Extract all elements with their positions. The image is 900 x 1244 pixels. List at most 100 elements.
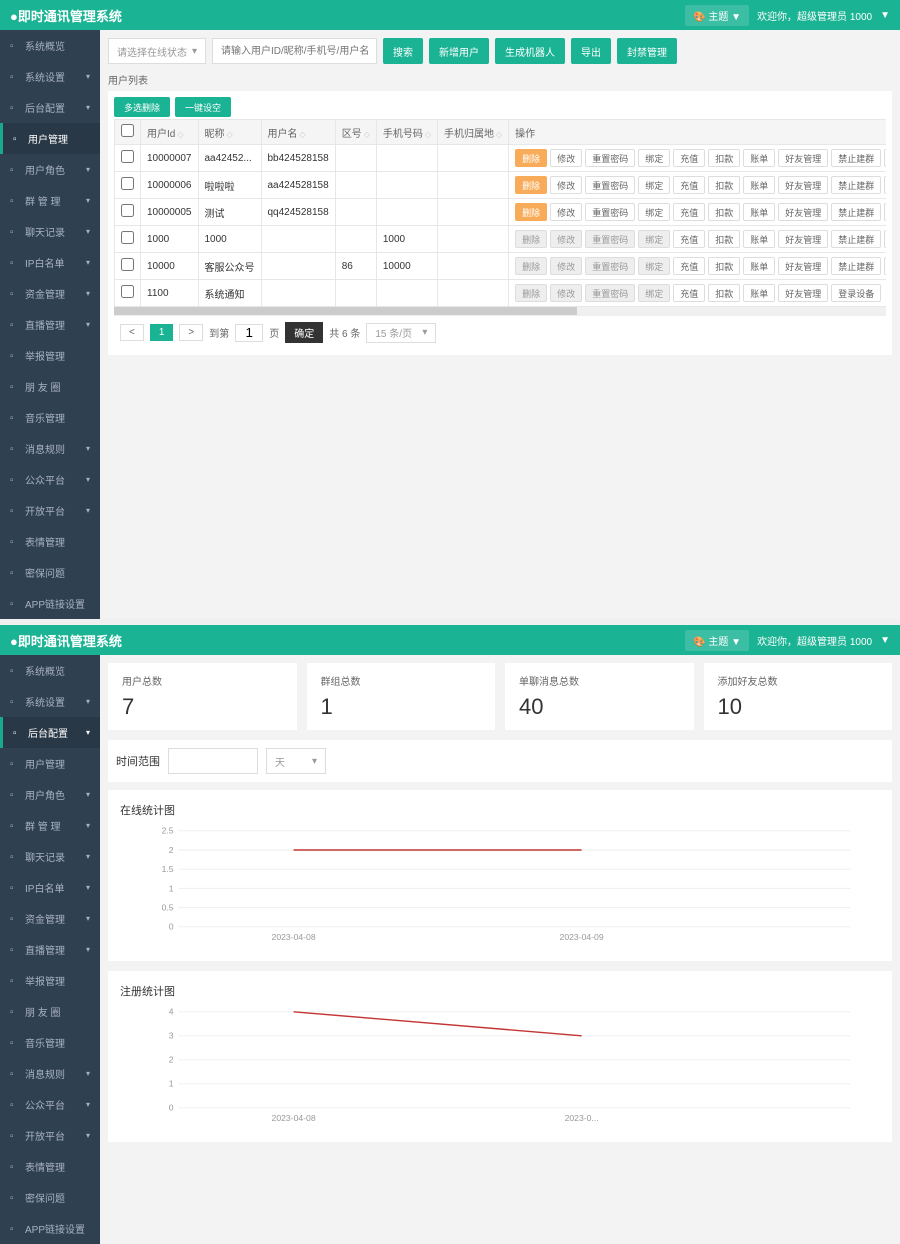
sidebar-item-音乐管理[interactable]: ▫音乐管理 — [0, 402, 100, 433]
好友管理-button[interactable]: 好友管理 — [778, 230, 828, 248]
修改-button[interactable]: 修改 — [550, 257, 582, 275]
sidebar-item-直播管理[interactable]: ▫直播管理▾ — [0, 934, 100, 965]
sidebar-item-APP链接设置[interactable]: ▫APP链接设置 — [0, 588, 100, 619]
sidebar-item-密保问题[interactable]: ▫密保问题 — [0, 557, 100, 588]
充值-button[interactable]: 充值 — [673, 230, 705, 248]
禁止建群-button[interactable]: 禁止建群 — [831, 149, 881, 167]
绑定-button[interactable]: 绑定 — [638, 176, 670, 194]
sidebar-item-后台配置[interactable]: ▫后台配置▾ — [0, 717, 100, 748]
col-操作[interactable]: 操作 — [509, 120, 886, 145]
col-区号[interactable]: 区号◇ — [335, 120, 376, 145]
sidebar-item-聊天记录[interactable]: ▫聊天记录▾ — [0, 216, 100, 247]
重置密码-button[interactable]: 重置密码 — [585, 149, 635, 167]
sidebar-item-举报管理[interactable]: ▫举报管理 — [0, 965, 100, 996]
扣款-button[interactable]: 扣款 — [708, 230, 740, 248]
sidebar-item-用户角色[interactable]: ▫用户角色▾ — [0, 154, 100, 185]
sidebar-item-系统概览[interactable]: ▫系统概览 — [0, 655, 100, 686]
sidebar-item-表情管理[interactable]: ▫表情管理 — [0, 526, 100, 557]
sidebar-item-用户管理[interactable]: ▫用户管理 — [0, 748, 100, 779]
好友管理-button[interactable]: 好友管理 — [778, 284, 828, 302]
col-用户Id[interactable]: 用户Id◇ — [141, 120, 199, 145]
禁止加好友-button[interactable]: 禁止加好友 — [884, 203, 886, 221]
生成机器人-button[interactable]: 生成机器人 — [495, 38, 565, 64]
row-checkbox[interactable] — [121, 177, 134, 190]
封禁管理-button[interactable]: 封禁管理 — [617, 38, 677, 64]
禁止加好友-button[interactable]: 禁止加好友 — [884, 149, 886, 167]
sidebar-item-资金管理[interactable]: ▫资金管理▾ — [0, 903, 100, 934]
status-select[interactable]: 请选择在线状态▾ — [108, 38, 206, 64]
扣款-button[interactable]: 扣款 — [708, 284, 740, 302]
重置密码-button[interactable]: 重置密码 — [585, 203, 635, 221]
禁止加好友-button[interactable]: 禁止加好友 — [884, 230, 886, 248]
一键设空-button[interactable]: 一键设空 — [175, 97, 231, 117]
账单-button[interactable]: 账单 — [743, 284, 775, 302]
sidebar-item-音乐管理[interactable]: ▫音乐管理 — [0, 1027, 100, 1058]
充值-button[interactable]: 充值 — [673, 176, 705, 194]
delete-button[interactable]: 删除 — [515, 149, 547, 167]
搜索-button[interactable]: 搜索 — [383, 38, 423, 64]
sidebar-item-开放平台[interactable]: ▫开放平台▾ — [0, 1120, 100, 1151]
账单-button[interactable]: 账单 — [743, 203, 775, 221]
row-checkbox[interactable] — [121, 204, 134, 217]
sidebar-item-举报管理[interactable]: ▫举报管理 — [0, 340, 100, 371]
row-checkbox[interactable] — [121, 258, 134, 271]
sidebar-item-消息规则[interactable]: ▫消息规则▾ — [0, 433, 100, 464]
theme-button[interactable]: 🎨 主题 ▼ — [685, 630, 749, 651]
禁止建群-button[interactable]: 禁止建群 — [831, 203, 881, 221]
sidebar-item-群 管 理[interactable]: ▫群 管 理▾ — [0, 810, 100, 841]
登录设备-button[interactable]: 登录设备 — [831, 284, 881, 302]
sidebar-item-表情管理[interactable]: ▫表情管理 — [0, 1151, 100, 1182]
col-昵称[interactable]: 昵称◇ — [198, 120, 261, 145]
pager-input[interactable] — [235, 324, 263, 342]
充值-button[interactable]: 充值 — [673, 284, 705, 302]
sidebar-item-IP白名单[interactable]: ▫IP白名单▾ — [0, 872, 100, 903]
pager-confirm[interactable]: 确定 — [285, 322, 323, 343]
绑定-button[interactable]: 绑定 — [638, 257, 670, 275]
重置密码-button[interactable]: 重置密码 — [585, 230, 635, 248]
导出-button[interactable]: 导出 — [571, 38, 611, 64]
禁止加好友-button[interactable]: 禁止加好友 — [884, 176, 886, 194]
禁止建群-button[interactable]: 禁止建群 — [831, 176, 881, 194]
search-input[interactable] — [212, 38, 377, 64]
好友管理-button[interactable]: 好友管理 — [778, 257, 828, 275]
sidebar-item-直播管理[interactable]: ▫直播管理▾ — [0, 309, 100, 340]
pager-prev[interactable]: < — [120, 324, 144, 341]
sidebar-item-系统设置[interactable]: ▫系统设置▾ — [0, 686, 100, 717]
账单-button[interactable]: 账单 — [743, 149, 775, 167]
修改-button[interactable]: 修改 — [550, 149, 582, 167]
绑定-button[interactable]: 绑定 — [638, 203, 670, 221]
好友管理-button[interactable]: 好友管理 — [778, 176, 828, 194]
horizontal-scrollbar[interactable] — [114, 307, 886, 315]
per-page-select[interactable]: 15 条/页▾ — [366, 323, 436, 343]
sidebar-item-群 管 理[interactable]: ▫群 管 理▾ — [0, 185, 100, 216]
sidebar-item-资金管理[interactable]: ▫资金管理▾ — [0, 278, 100, 309]
sidebar-item-消息规则[interactable]: ▫消息规则▾ — [0, 1058, 100, 1089]
账单-button[interactable]: 账单 — [743, 176, 775, 194]
sidebar-item-公众平台[interactable]: ▫公众平台▾ — [0, 1089, 100, 1120]
好友管理-button[interactable]: 好友管理 — [778, 149, 828, 167]
col-手机归属地[interactable]: 手机归属地◇ — [438, 120, 509, 145]
sidebar-item-系统设置[interactable]: ▫系统设置▾ — [0, 61, 100, 92]
绑定-button[interactable]: 绑定 — [638, 149, 670, 167]
扣款-button[interactable]: 扣款 — [708, 257, 740, 275]
sidebar-item-用户管理[interactable]: ▫用户管理 — [0, 123, 100, 154]
充值-button[interactable]: 充值 — [673, 149, 705, 167]
row-checkbox[interactable] — [121, 150, 134, 163]
col-用户名[interactable]: 用户名◇ — [261, 120, 335, 145]
sidebar-item-公众平台[interactable]: ▫公众平台▾ — [0, 464, 100, 495]
sidebar-item-IP白名单[interactable]: ▫IP白名单▾ — [0, 247, 100, 278]
扣款-button[interactable]: 扣款 — [708, 149, 740, 167]
sidebar-item-密保问题[interactable]: ▫密保问题 — [0, 1182, 100, 1213]
账单-button[interactable]: 账单 — [743, 257, 775, 275]
delete-button[interactable]: 删除 — [515, 203, 547, 221]
pager-page-1[interactable]: 1 — [150, 324, 174, 341]
sidebar-item-开放平台[interactable]: ▫开放平台▾ — [0, 495, 100, 526]
time-range-input[interactable] — [168, 748, 258, 774]
绑定-button[interactable]: 绑定 — [638, 284, 670, 302]
sidebar-item-用户角色[interactable]: ▫用户角色▾ — [0, 779, 100, 810]
账单-button[interactable]: 账单 — [743, 230, 775, 248]
col-手机号码[interactable]: 手机号码◇ — [376, 120, 437, 145]
sidebar-item-APP链接设置[interactable]: ▫APP链接设置 — [0, 1213, 100, 1244]
row-checkbox[interactable] — [121, 285, 134, 298]
sidebar-item-系统概览[interactable]: ▫系统概览 — [0, 30, 100, 61]
